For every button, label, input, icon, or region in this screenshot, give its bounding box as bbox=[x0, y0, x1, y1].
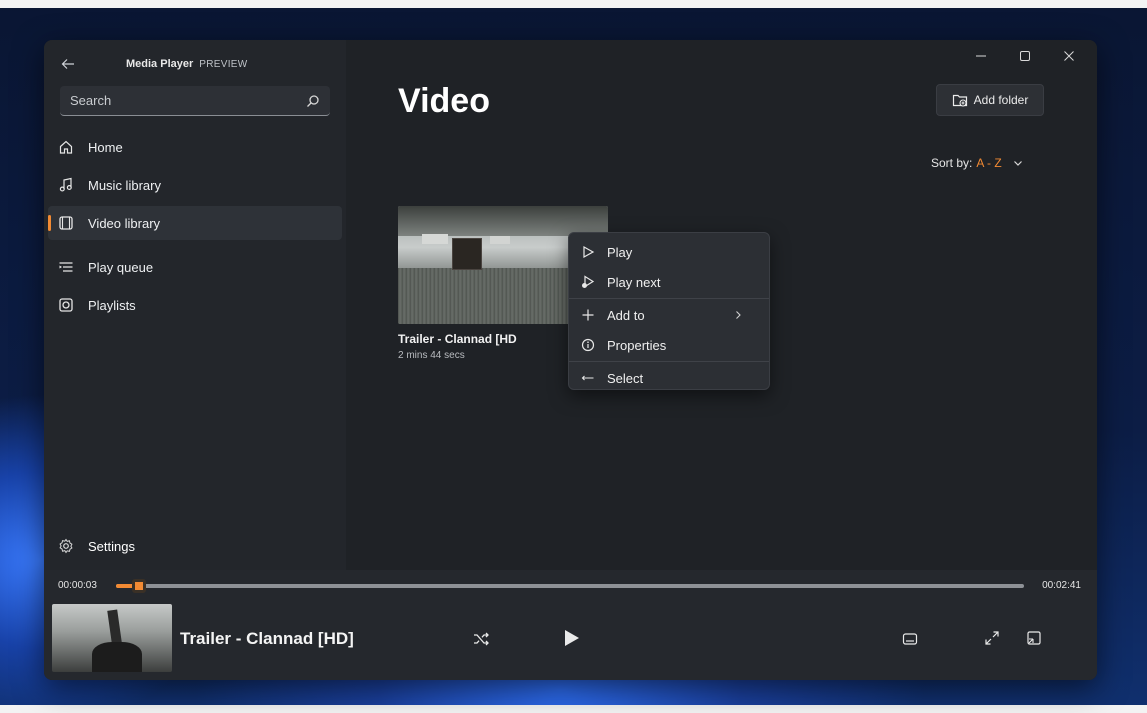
video-icon bbox=[58, 215, 74, 231]
seek-bar[interactable] bbox=[116, 579, 1024, 593]
sidebar-item-playlists[interactable]: Playlists bbox=[48, 288, 342, 322]
maximize-icon[interactable] bbox=[1003, 40, 1047, 72]
page-title: Video bbox=[398, 82, 490, 120]
sidebar-item-music-library[interactable]: Music library bbox=[48, 168, 342, 202]
add-folder-label: Add folder bbox=[973, 93, 1029, 107]
thumbnail-object bbox=[92, 642, 142, 672]
shuffle-icon[interactable] bbox=[472, 630, 490, 648]
context-menu: Play Play next Add to Properties Select bbox=[568, 232, 770, 390]
settings-button[interactable]: Settings bbox=[58, 538, 135, 554]
sort-dropdown[interactable]: Sort by: A - Z bbox=[931, 156, 1024, 170]
captions-icon[interactable] bbox=[902, 631, 918, 647]
search-input[interactable] bbox=[70, 93, 306, 108]
play-icon[interactable] bbox=[560, 627, 582, 649]
window-controls bbox=[959, 40, 1091, 72]
fullscreen-icon[interactable] bbox=[984, 630, 1000, 646]
menu-item-add-to[interactable]: Add to bbox=[569, 300, 769, 330]
player-bar: 00:00:03 00:02:41 Trailer - Clannad [HD] bbox=[44, 570, 1097, 680]
sidebar-item-label: Video library bbox=[88, 215, 161, 231]
menu-item-label: Play bbox=[607, 244, 633, 260]
screen-top-edge bbox=[0, 0, 1147, 8]
minimize-icon[interactable] bbox=[959, 40, 1003, 72]
sidebar-item-home[interactable]: Home bbox=[48, 130, 342, 164]
settings-label: Settings bbox=[88, 538, 135, 554]
chevron-right-icon bbox=[733, 310, 743, 320]
thumbnail-house bbox=[422, 234, 448, 244]
sidebar-item-label: Home bbox=[88, 139, 123, 155]
gear-icon bbox=[58, 538, 74, 554]
thumbnail-object bbox=[452, 238, 482, 270]
sort-value: A - Z bbox=[976, 156, 1002, 170]
total-time: 00:02:41 bbox=[1042, 580, 1081, 591]
sidebar-item-label: Music library bbox=[88, 177, 161, 193]
menu-item-select[interactable]: Select bbox=[569, 363, 769, 393]
menu-separator bbox=[569, 298, 769, 299]
menu-item-label: Play next bbox=[607, 274, 661, 290]
play-next-icon bbox=[581, 275, 595, 289]
now-playing-thumbnail[interactable] bbox=[52, 604, 172, 672]
info-icon bbox=[581, 338, 595, 352]
plus-icon bbox=[581, 308, 595, 322]
app-title: Media Player bbox=[126, 58, 194, 70]
queue-icon bbox=[58, 259, 74, 275]
search-icon[interactable] bbox=[306, 94, 320, 108]
sidebar-item-play-queue[interactable]: Play queue bbox=[48, 250, 342, 284]
sidebar: Media Player PREVIEW Home Music library bbox=[44, 40, 346, 570]
menu-item-properties[interactable]: Properties bbox=[569, 330, 769, 360]
search-box[interactable] bbox=[60, 86, 330, 116]
screen-bottom-edge bbox=[0, 705, 1147, 713]
sidebar-item-label: Play queue bbox=[88, 259, 154, 275]
home-icon bbox=[58, 139, 74, 155]
title-bar: Media Player PREVIEW bbox=[58, 54, 247, 74]
menu-item-play[interactable]: Play bbox=[569, 237, 769, 267]
select-icon bbox=[581, 371, 595, 385]
play-outline-icon bbox=[581, 245, 595, 259]
menu-item-label: Add to bbox=[607, 307, 645, 323]
sidebar-item-label: Playlists bbox=[88, 297, 136, 313]
menu-item-label: Select bbox=[607, 370, 644, 386]
menu-item-label: Properties bbox=[607, 337, 667, 353]
folder-add-icon bbox=[952, 92, 968, 108]
seek-handle[interactable] bbox=[131, 579, 146, 593]
sidebar-nav: Home Music library Video library Play qu bbox=[48, 130, 342, 326]
menu-separator bbox=[569, 361, 769, 362]
media-player-window: Media Player PREVIEW Home Music library bbox=[44, 40, 1097, 680]
menu-item-play-next[interactable]: Play next bbox=[569, 267, 769, 297]
main-content: Video Add folder Sort by: A - Z Trailer … bbox=[346, 40, 1097, 570]
app-preview-badge: PREVIEW bbox=[199, 58, 248, 70]
thumbnail-house bbox=[490, 236, 510, 244]
chevron-down-icon bbox=[1012, 157, 1024, 169]
add-folder-button[interactable]: Add folder bbox=[936, 84, 1044, 116]
close-icon[interactable] bbox=[1047, 40, 1091, 72]
sort-label: Sort by: bbox=[931, 156, 973, 170]
back-arrow-icon[interactable] bbox=[58, 54, 78, 74]
current-time: 00:00:03 bbox=[58, 580, 97, 591]
playlist-icon bbox=[58, 297, 74, 313]
mini-player-icon[interactable] bbox=[1026, 630, 1042, 646]
sidebar-item-video-library[interactable]: Video library bbox=[48, 206, 342, 240]
now-playing-title: Trailer - Clannad [HD] bbox=[180, 629, 354, 648]
music-note-icon bbox=[58, 177, 74, 193]
